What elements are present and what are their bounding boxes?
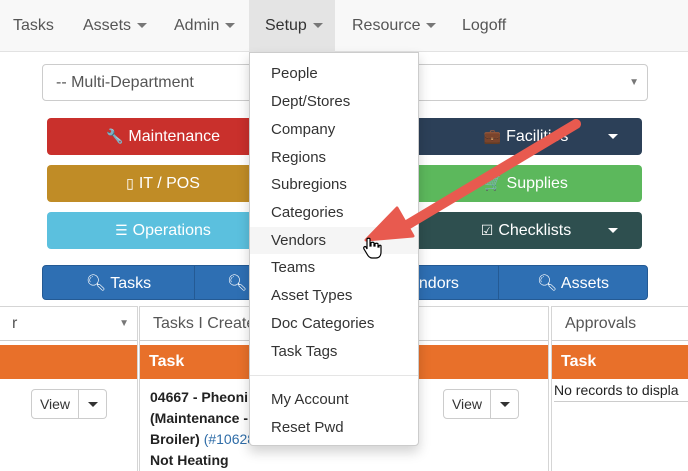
nav-admin[interactable]: Admin (174, 0, 236, 52)
left-panel-select-value: r (12, 315, 18, 332)
menu-item-doc-categories[interactable]: Doc Categories (250, 310, 418, 337)
search-icon: 🔍︎ (227, 275, 248, 292)
menu-item-reset-pwd[interactable]: Reset Pwd (250, 414, 418, 441)
view-button-group: View (31, 389, 107, 419)
facilities-button[interactable]: 💼 Facilities (410, 118, 642, 155)
chevron-down-icon (137, 23, 148, 29)
task-column-header: Task (561, 353, 597, 370)
nav-setup[interactable]: Setup (249, 0, 335, 52)
list-icon: ☰ (115, 222, 128, 238)
cart-icon: 🛒 (484, 175, 502, 191)
menu-item-vendors[interactable]: Vendors (250, 227, 418, 254)
checklists-button[interactable]: ☑ Checklists (410, 212, 642, 249)
view-button-group: View (443, 389, 519, 419)
menu-item-dept-stores[interactable]: Dept/Stores (250, 88, 418, 115)
view-options-button[interactable] (491, 389, 519, 419)
it-pos-button[interactable]: ▯ IT / POS (47, 165, 279, 202)
task-line-3-text: Broiler) (150, 431, 204, 447)
search-tasks-label: Tasks (110, 275, 152, 292)
chevron-down-icon (500, 402, 510, 407)
department-select-value: -- Multi-Department (56, 74, 194, 91)
left-panel: r ▼ View (0, 306, 138, 471)
briefcase-icon: 💼 (483, 128, 502, 144)
right-panel-header: Task (552, 345, 688, 379)
middle-panel-select-value: Tasks I Create (153, 315, 256, 332)
nav-setup-label: Setup (265, 17, 307, 34)
setup-dropdown-menu: People Dept/Stores Company Regions Subre… (249, 52, 419, 446)
right-panel-select[interactable]: Approvals (552, 307, 688, 341)
view-options-button[interactable] (79, 389, 107, 419)
menu-item-my-account[interactable]: My Account (250, 386, 418, 413)
menu-item-company[interactable]: Company (250, 116, 418, 143)
facilities-label: Facilities (506, 128, 569, 145)
nav-resource[interactable]: Resource (352, 0, 437, 52)
it-pos-label: IT / POS (138, 175, 200, 192)
supplies-button[interactable]: 🛒 Supplies (410, 165, 642, 202)
chevron-down-icon (88, 402, 98, 407)
menu-item-teams[interactable]: Teams (250, 254, 418, 281)
nav-assets[interactable]: Assets (83, 0, 148, 52)
menu-item-subregions[interactable]: Subregions (250, 171, 418, 198)
select-arrow-icon: ▼ (629, 77, 639, 88)
nav-logoff[interactable]: Logoff (462, 0, 506, 52)
left-panel-header (0, 345, 137, 379)
maintenance-button[interactable]: 🔧 Maintenance (47, 118, 279, 155)
menu-divider (250, 375, 418, 376)
nav-assets-label: Assets (83, 17, 132, 34)
select-arrow-icon: ▼ (119, 318, 129, 329)
nav-logoff-label: Logoff (462, 17, 507, 34)
no-records-message: No records to displa (554, 379, 688, 402)
search-tasks-button[interactable]: 🔍︎ Tasks (42, 265, 195, 300)
nav-admin-label: Admin (174, 17, 220, 34)
left-panel-select[interactable]: r ▼ (0, 307, 137, 341)
view-button[interactable]: View (31, 389, 79, 419)
search-assets-label: Assets (560, 275, 609, 292)
menu-item-task-tags[interactable]: Task Tags (250, 338, 418, 365)
chevron-down-icon (225, 23, 236, 29)
right-panel-select-value: Approvals (565, 315, 637, 332)
task-line-4: Not Heating (150, 452, 229, 468)
search-assets-button[interactable]: 🔍︎ Assets (498, 265, 648, 300)
nav-resource-label: Resource (352, 17, 421, 34)
top-navbar: Tasks Assets Admin Setup Resource Logoff (0, 0, 688, 52)
maintenance-label: Maintenance (128, 128, 221, 145)
search-icon: 🔍︎ (537, 275, 558, 292)
nav-tasks-label: Tasks (13, 17, 54, 34)
mobile-icon: ▯ (126, 175, 134, 191)
chevron-down-icon (426, 23, 437, 29)
menu-item-asset-types[interactable]: Asset Types (250, 282, 418, 309)
checklists-label: Checklists (498, 222, 572, 239)
menu-item-categories[interactable]: Categories (250, 199, 418, 226)
nav-tasks[interactable]: Tasks (13, 0, 54, 52)
operations-button[interactable]: ☰ Operations (47, 212, 279, 249)
search-icon: 🔍︎ (85, 275, 107, 292)
operations-label: Operations (132, 222, 211, 239)
right-panel: Approvals Task No records to displa (551, 306, 688, 471)
supplies-label: Supplies (506, 175, 568, 192)
wrench-icon: 🔧 (105, 128, 124, 144)
task-link[interactable]: (#10628 (204, 431, 255, 447)
chevron-down-icon (312, 23, 323, 29)
chevron-down-icon (608, 134, 618, 139)
menu-item-people[interactable]: People (250, 60, 418, 87)
chevron-down-icon (608, 228, 618, 233)
view-button[interactable]: View (443, 389, 491, 419)
menu-item-regions[interactable]: Regions (250, 144, 418, 171)
task-column-header: Task (149, 353, 185, 370)
checkbox-icon: ☑ (480, 222, 494, 238)
